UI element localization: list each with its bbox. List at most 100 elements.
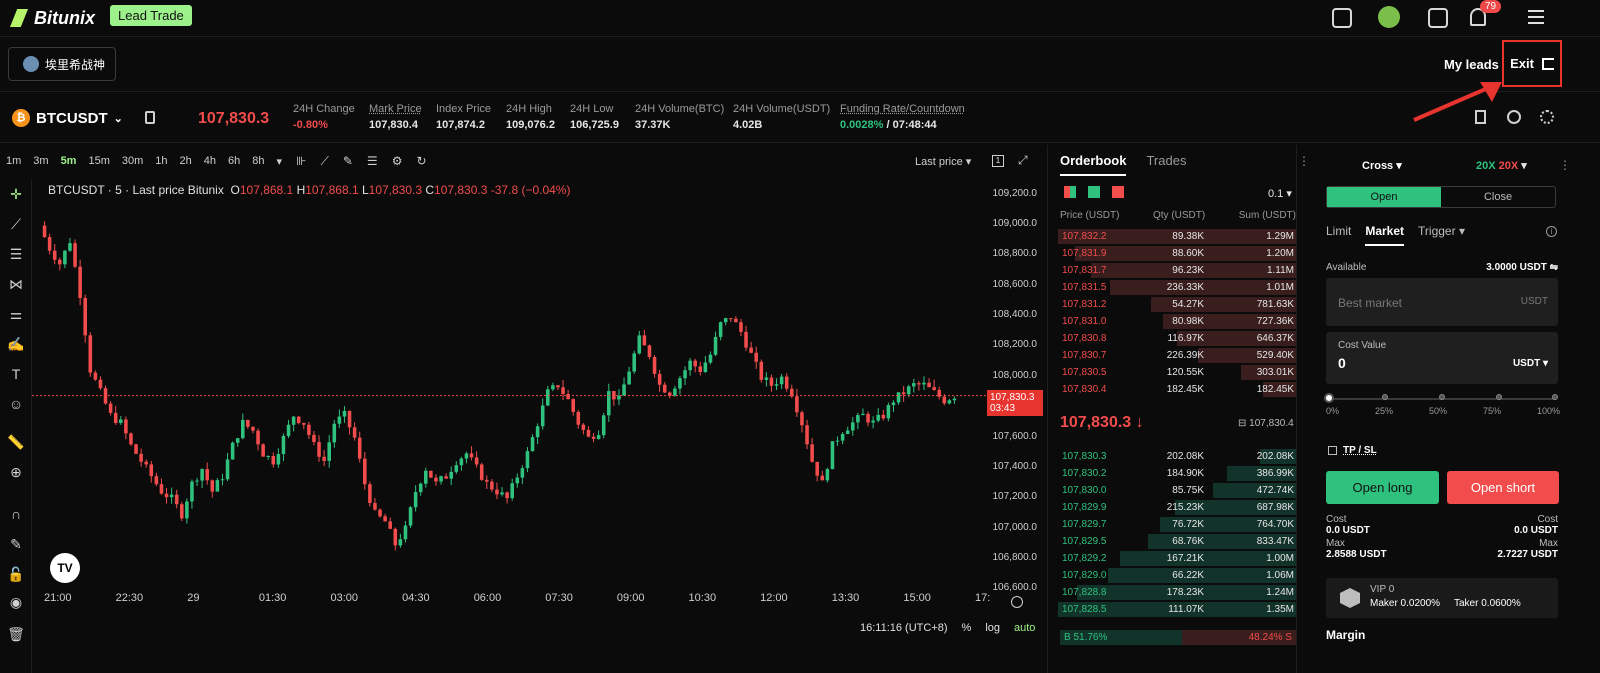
ask-row[interactable]: 107,831.0 80.98K 727.36K (1058, 313, 1296, 330)
ask-row[interactable]: 107,830.5 120.55K 303.01K (1058, 364, 1296, 381)
line-chart-icon[interactable]: ⟋ (320, 154, 328, 169)
open-long-button[interactable]: Open long (1326, 471, 1439, 504)
bid-row[interactable]: 107,828.5 111.07K 1.35M (1058, 601, 1296, 618)
view-asks-icon[interactable] (1112, 186, 1124, 198)
zoom-icon[interactable]: ⊕ (6, 464, 26, 484)
transfer-icon[interactable]: ⇋ (1550, 262, 1558, 273)
time-axis[interactable]: 21:00 22:30 29 01:30 03:00 04:30 06:00 07:30 09:… (32, 592, 990, 612)
tpsl-checkbox[interactable]: TP / SL (1328, 445, 1377, 456)
bid-row[interactable]: 107,830.3 202.08K 202.08K (1058, 448, 1296, 465)
chevron-down-icon[interactable]: ▾ (271, 155, 289, 168)
timer-icon[interactable] (1507, 110, 1521, 124)
open-short-button[interactable]: Open short (1447, 471, 1559, 504)
my-leads-link[interactable]: My leads (1444, 57, 1499, 72)
leverage-select[interactable]: 20X 20X ▾ (1476, 159, 1527, 172)
tradingview-logo[interactable]: TV (50, 553, 80, 583)
cost-unit-select[interactable]: USDT ▾ (1513, 358, 1548, 369)
axis-settings-icon[interactable] (1011, 596, 1023, 608)
wallet-icon[interactable] (1332, 8, 1352, 28)
eye-icon[interactable]: ◉ (6, 594, 26, 614)
symbol-selector[interactable]: ₿ BTCUSDT ⌄ (12, 109, 123, 127)
tab-market[interactable]: Market (1365, 224, 1405, 246)
timeframe-2h[interactable]: 2h (174, 155, 198, 167)
candlestick-chart[interactable] (32, 180, 987, 590)
bid-row[interactable]: 107,830.2 184.90K 386.99K (1058, 465, 1296, 482)
tab-trades[interactable]: Trades (1146, 153, 1186, 176)
timeframe-8h[interactable]: 8h (246, 155, 270, 167)
settings-icon[interactable] (1540, 110, 1554, 124)
timeframe-15m[interactable]: 15m (82, 155, 115, 167)
exit-button[interactable]: Exit (1502, 40, 1562, 87)
ask-row[interactable]: 107,831.2 54.27K 781.63K (1058, 296, 1296, 313)
ask-row[interactable]: 107,832.2 89.38K 1.29M (1058, 228, 1296, 245)
emoji-icon[interactable]: ☺ (6, 396, 26, 416)
trendline-icon[interactable]: ⟋ (6, 216, 26, 236)
more-icon[interactable]: ⋮ (1298, 154, 1310, 168)
percent-toggle[interactable]: % (962, 622, 972, 634)
indicator-icon[interactable]: ⊪ (296, 154, 306, 169)
close-tab[interactable]: Close (1441, 187, 1555, 207)
bid-row[interactable]: 107,829.2 167.21K 1.00M (1058, 550, 1296, 567)
lead-trade-badge[interactable]: Lead Trade (110, 5, 192, 26)
magnet-icon[interactable]: ∩ (6, 506, 26, 526)
timeframe-5m[interactable]: 5m (55, 155, 83, 167)
ask-row[interactable]: 107,830.8 116.97K 646.37K (1058, 330, 1296, 347)
download-icon[interactable] (1428, 8, 1448, 28)
timeframe-1m[interactable]: 1m (0, 155, 27, 167)
menu-icon[interactable] (1528, 10, 1544, 24)
timeframe-1h[interactable]: 1h (149, 155, 173, 167)
ask-row[interactable]: 107,831.5 236.33K 1.01M (1058, 279, 1296, 296)
view-both-icon[interactable] (1064, 186, 1076, 198)
bid-row[interactable]: 107,830.0 85.75K 472.74K (1058, 482, 1296, 499)
fib-icon[interactable]: ⚌ (6, 306, 26, 326)
bid-row[interactable]: 107,828.8 178.23K 1.24M (1058, 584, 1296, 601)
replay-icon[interactable]: ↻ (416, 154, 426, 169)
lock-drawing-icon[interactable]: ✎ (6, 536, 26, 556)
price-source-select[interactable]: Last price ▾ (915, 155, 971, 168)
fullscreen-icon[interactable]: ⤢ (1018, 153, 1028, 168)
ask-row[interactable]: 107,831.9 88.60K 1.20M (1058, 245, 1296, 262)
crosshair-icon[interactable]: ✛ (6, 186, 26, 206)
bid-row[interactable]: 107,829.9 215.23K 687.98K (1058, 499, 1296, 516)
user-button[interactable]: 埃里希战神 (8, 47, 116, 81)
tab-limit[interactable]: Limit (1326, 224, 1351, 246)
log-toggle[interactable]: log (985, 622, 1000, 634)
auto-toggle[interactable]: auto (1014, 622, 1035, 634)
brush-icon[interactable]: ✍ (6, 336, 26, 356)
timeframe-3m[interactable]: 3m (27, 155, 54, 167)
ask-row[interactable]: 107,831.7 96.23K 1.11M (1058, 262, 1296, 279)
timeframe-30m[interactable]: 30m (116, 155, 149, 167)
view-bids-icon[interactable] (1088, 186, 1100, 198)
bid-row[interactable]: 107,829.5 68.76K 833.47K (1058, 533, 1296, 550)
bid-row[interactable]: 107,829.0 66.22K 1.06M (1058, 567, 1296, 584)
timeframe-4h[interactable]: 4h (198, 155, 222, 167)
vip-fee-card[interactable]: VIP 0 Maker 0.0200% Taker 0.0600% (1326, 578, 1558, 618)
brand-logo[interactable]: Bitunix (10, 7, 95, 29)
margin-mode-select[interactable]: Cross ▾ (1362, 159, 1402, 172)
notes-icon[interactable] (1475, 110, 1486, 124)
open-tab[interactable]: Open (1327, 187, 1441, 207)
gear-icon[interactable]: ⚙ (392, 154, 403, 169)
info-icon[interactable]: i (1546, 226, 1557, 237)
ask-row[interactable]: 107,830.4 182.45K 182.45K (1058, 381, 1296, 398)
slider-handle[interactable] (1324, 393, 1334, 403)
info-icon[interactable] (145, 111, 155, 124)
cost-value-input[interactable]: Cost Value 0 USDT ▾ (1326, 332, 1558, 384)
more-icon[interactable]: ⋮ (1559, 158, 1571, 172)
amount-slider[interactable] (1324, 393, 1558, 403)
tab-trigger[interactable]: Trigger ▾ (1418, 224, 1465, 246)
text-icon[interactable]: T (6, 366, 26, 386)
pattern-icon[interactable]: ⋈ (6, 276, 26, 296)
group-select[interactable]: 0.1 ▾ (1268, 187, 1292, 200)
layout-icon[interactable]: 1 (992, 155, 1004, 167)
bid-row[interactable]: 107,829.7 76.72K 764.70K (1058, 516, 1296, 533)
lock-icon[interactable]: 🔓 (6, 566, 26, 586)
ruler-icon[interactable]: 📏 (6, 434, 26, 454)
tab-orderbook[interactable]: Orderbook (1060, 153, 1127, 176)
trash-icon[interactable]: 🗑 (6, 626, 26, 646)
hlines-icon[interactable]: ☰ (6, 246, 26, 266)
edit-icon[interactable]: ✎ (343, 154, 353, 169)
price-input[interactable]: Best market USDT (1326, 278, 1558, 326)
ask-row[interactable]: 107,830.7 226.39K 529.40K (1058, 347, 1296, 364)
list-icon[interactable]: ☰ (367, 154, 378, 169)
